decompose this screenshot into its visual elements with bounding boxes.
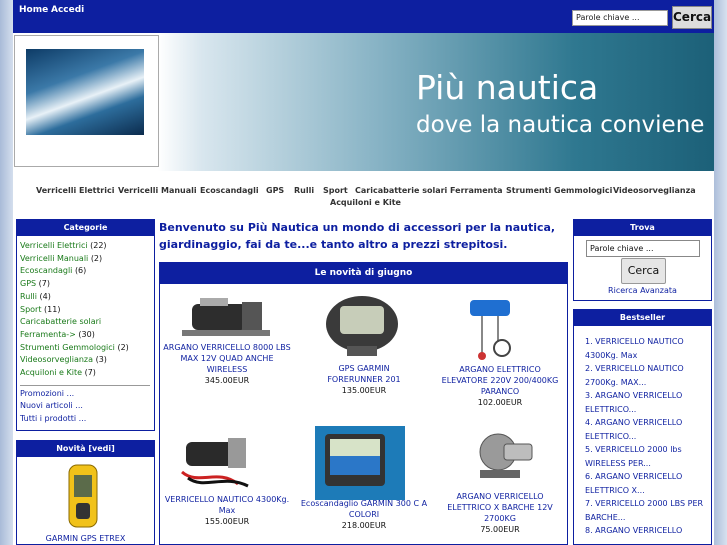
category-item[interactable]: Sport (11) <box>20 304 155 317</box>
bestseller-item[interactable]: 2. VERRICELLO NAUTICO 2700Kg. MAX... <box>585 362 707 389</box>
welcome-text: Benvenuto su Più Nautica un mondo di acc… <box>159 221 556 251</box>
news-title: Le novità di giugno <box>159 262 568 284</box>
category-item[interactable]: Verricelli Elettrici (22) <box>20 240 155 253</box>
nav-item[interactable]: Acquiloni e Kite <box>330 198 401 207</box>
category-item[interactable]: Verricelli Manuali (2) <box>20 253 155 266</box>
nav-item[interactable]: Verricelli Manuali <box>118 186 197 195</box>
category-item[interactable]: Ecoscandagli (6) <box>20 265 155 278</box>
new-item-name[interactable]: GARMIN GPS ETREX <box>16 534 155 543</box>
logo[interactable] <box>14 35 159 167</box>
product-price: 102.00EUR <box>477 398 523 407</box>
search-button[interactable]: Cerca <box>672 6 712 29</box>
product-name[interactable]: GPS GARMIN FORERUNNER 201 <box>296 363 432 385</box>
product-price: 218.00EUR <box>341 521 387 530</box>
bestseller-item[interactable]: 3. ARGANO VERRICELLO ELETTRICO... <box>585 389 707 416</box>
find-button[interactable]: Cerca <box>621 258 666 284</box>
site-title: Più nautica <box>416 68 599 107</box>
product-price: 345.00EUR <box>204 376 250 385</box>
product-price: 75.00EUR <box>480 525 520 534</box>
product-card[interactable]: ARGANO ELETTRICO ELEVATORE 220V 200/400K… <box>432 364 568 408</box>
wave-image <box>26 49 144 135</box>
product-card[interactable]: GPS GARMIN FORERUNNER 201 135.00EUR <box>296 363 432 396</box>
gps-device-image[interactable] <box>66 463 100 529</box>
bestseller-title: Bestseller <box>573 309 712 326</box>
category-item[interactable]: Ferramenta-> (30) <box>20 329 155 342</box>
bestseller-item[interactable]: 1. VERRICELLO NAUTICO 4300Kg. Max <box>585 335 707 362</box>
nav-item[interactable]: Ecoscandagli <box>200 186 259 195</box>
boat-winch-image[interactable] <box>474 426 536 486</box>
product-name[interactable]: ARGANO VERRICELLO ELETTRICO X BARCHE 12V… <box>432 491 568 524</box>
advanced-search-link[interactable]: Ricerca Avanzata <box>573 286 712 295</box>
product-price: 135.00EUR <box>341 386 387 395</box>
promotions-link[interactable]: Promozioni ... <box>20 388 155 401</box>
new-products-link[interactable]: Nuovi articoli ... <box>20 400 155 413</box>
product-name[interactable]: ARGANO VERRICELLO 8000 LBS MAX 12V QUAD … <box>159 342 295 375</box>
page-background-left <box>0 0 14 545</box>
hoist-image[interactable] <box>462 292 518 362</box>
product-price: 155.00EUR <box>204 517 250 526</box>
category-list: Verricelli Elettrici (22) Verricelli Man… <box>20 240 155 426</box>
divider <box>20 384 150 386</box>
nav-item[interactable]: GPS <box>266 186 284 195</box>
all-products-link[interactable]: Tutti i prodotti ... <box>20 413 155 426</box>
find-input[interactable]: Parole chiave ... <box>586 240 700 257</box>
category-item[interactable]: Caricabatterie solari <box>20 316 155 329</box>
login-link[interactable]: Accedi <box>51 5 84 15</box>
bestseller-item[interactable]: 6. ARGANO VERRICELLO ELETTRICO X... <box>585 470 707 497</box>
nautical-winch-image[interactable] <box>178 428 258 490</box>
gps-forerunner-image[interactable] <box>322 292 402 362</box>
category-item[interactable]: Videosorveglianza (3) <box>20 354 155 367</box>
page-background-right <box>713 0 727 545</box>
bestseller-item[interactable]: 8. ARGANO VERRICELLO <box>585 524 707 538</box>
category-item[interactable]: Strumenti Gemmologici (2) <box>20 342 155 355</box>
nav-item[interactable]: Ferramenta <box>450 186 503 195</box>
category-item[interactable]: Rulli (4) <box>20 291 155 304</box>
winch-image[interactable] <box>182 292 272 342</box>
category-nav: Verricelli Elettrici Verricelli Manuali … <box>13 171 714 211</box>
nav-item[interactable]: Strumenti Gemmologici <box>506 186 612 195</box>
nav-item[interactable]: Verricelli Elettrici <box>36 186 114 195</box>
product-card[interactable]: VERRICELLO NAUTICO 4300Kg. Max 155.00EUR <box>159 494 295 527</box>
site-subtitle: dove la nautica conviene <box>416 112 705 138</box>
search-input[interactable]: Parole chiave ... <box>572 10 668 26</box>
category-item[interactable]: GPS (7) <box>20 278 155 291</box>
nav-item[interactable]: Caricabatterie solari <box>355 186 447 195</box>
new-title[interactable]: Novità [vedi] <box>16 440 155 457</box>
nav-item[interactable]: Rulli <box>294 186 314 195</box>
product-name[interactable]: Ecoscandaglio GARMIN 300 C A COLORI <box>296 498 432 520</box>
bestseller-item[interactable]: 7. VERRICELLO 2000 LBS PER BARCHE... <box>585 497 707 524</box>
product-card[interactable]: ARGANO VERRICELLO 8000 LBS MAX 12V QUAD … <box>159 342 295 386</box>
bestseller-list: 1. VERRICELLO NAUTICO 4300Kg. Max 2. VER… <box>585 335 707 538</box>
category-item[interactable]: Acquiloni e Kite (7) <box>20 367 155 380</box>
echosounder-image[interactable] <box>315 426 405 500</box>
find-title: Trova <box>573 219 712 236</box>
product-name[interactable]: ARGANO ELETTRICO ELEVATORE 220V 200/400K… <box>432 364 568 397</box>
header-banner <box>13 33 714 171</box>
bestseller-item[interactable]: 4. ARGANO VERRICELLO ELETTRICO... <box>585 416 707 443</box>
nav-item[interactable]: Sport <box>323 186 348 195</box>
bestseller-item[interactable]: 5. VERRICELLO 2000 lbs WIRELESS PER... <box>585 443 707 470</box>
product-card[interactable]: Ecoscandaglio GARMIN 300 C A COLORI 218.… <box>296 498 432 531</box>
product-name[interactable]: VERRICELLO NAUTICO 4300Kg. Max <box>159 494 295 516</box>
home-link[interactable]: Home <box>19 5 48 15</box>
categories-title: Categorie <box>16 219 155 236</box>
product-card[interactable]: ARGANO VERRICELLO ELETTRICO X BARCHE 12V… <box>432 491 568 535</box>
nav-item[interactable]: Videosorveglianza <box>613 186 696 195</box>
